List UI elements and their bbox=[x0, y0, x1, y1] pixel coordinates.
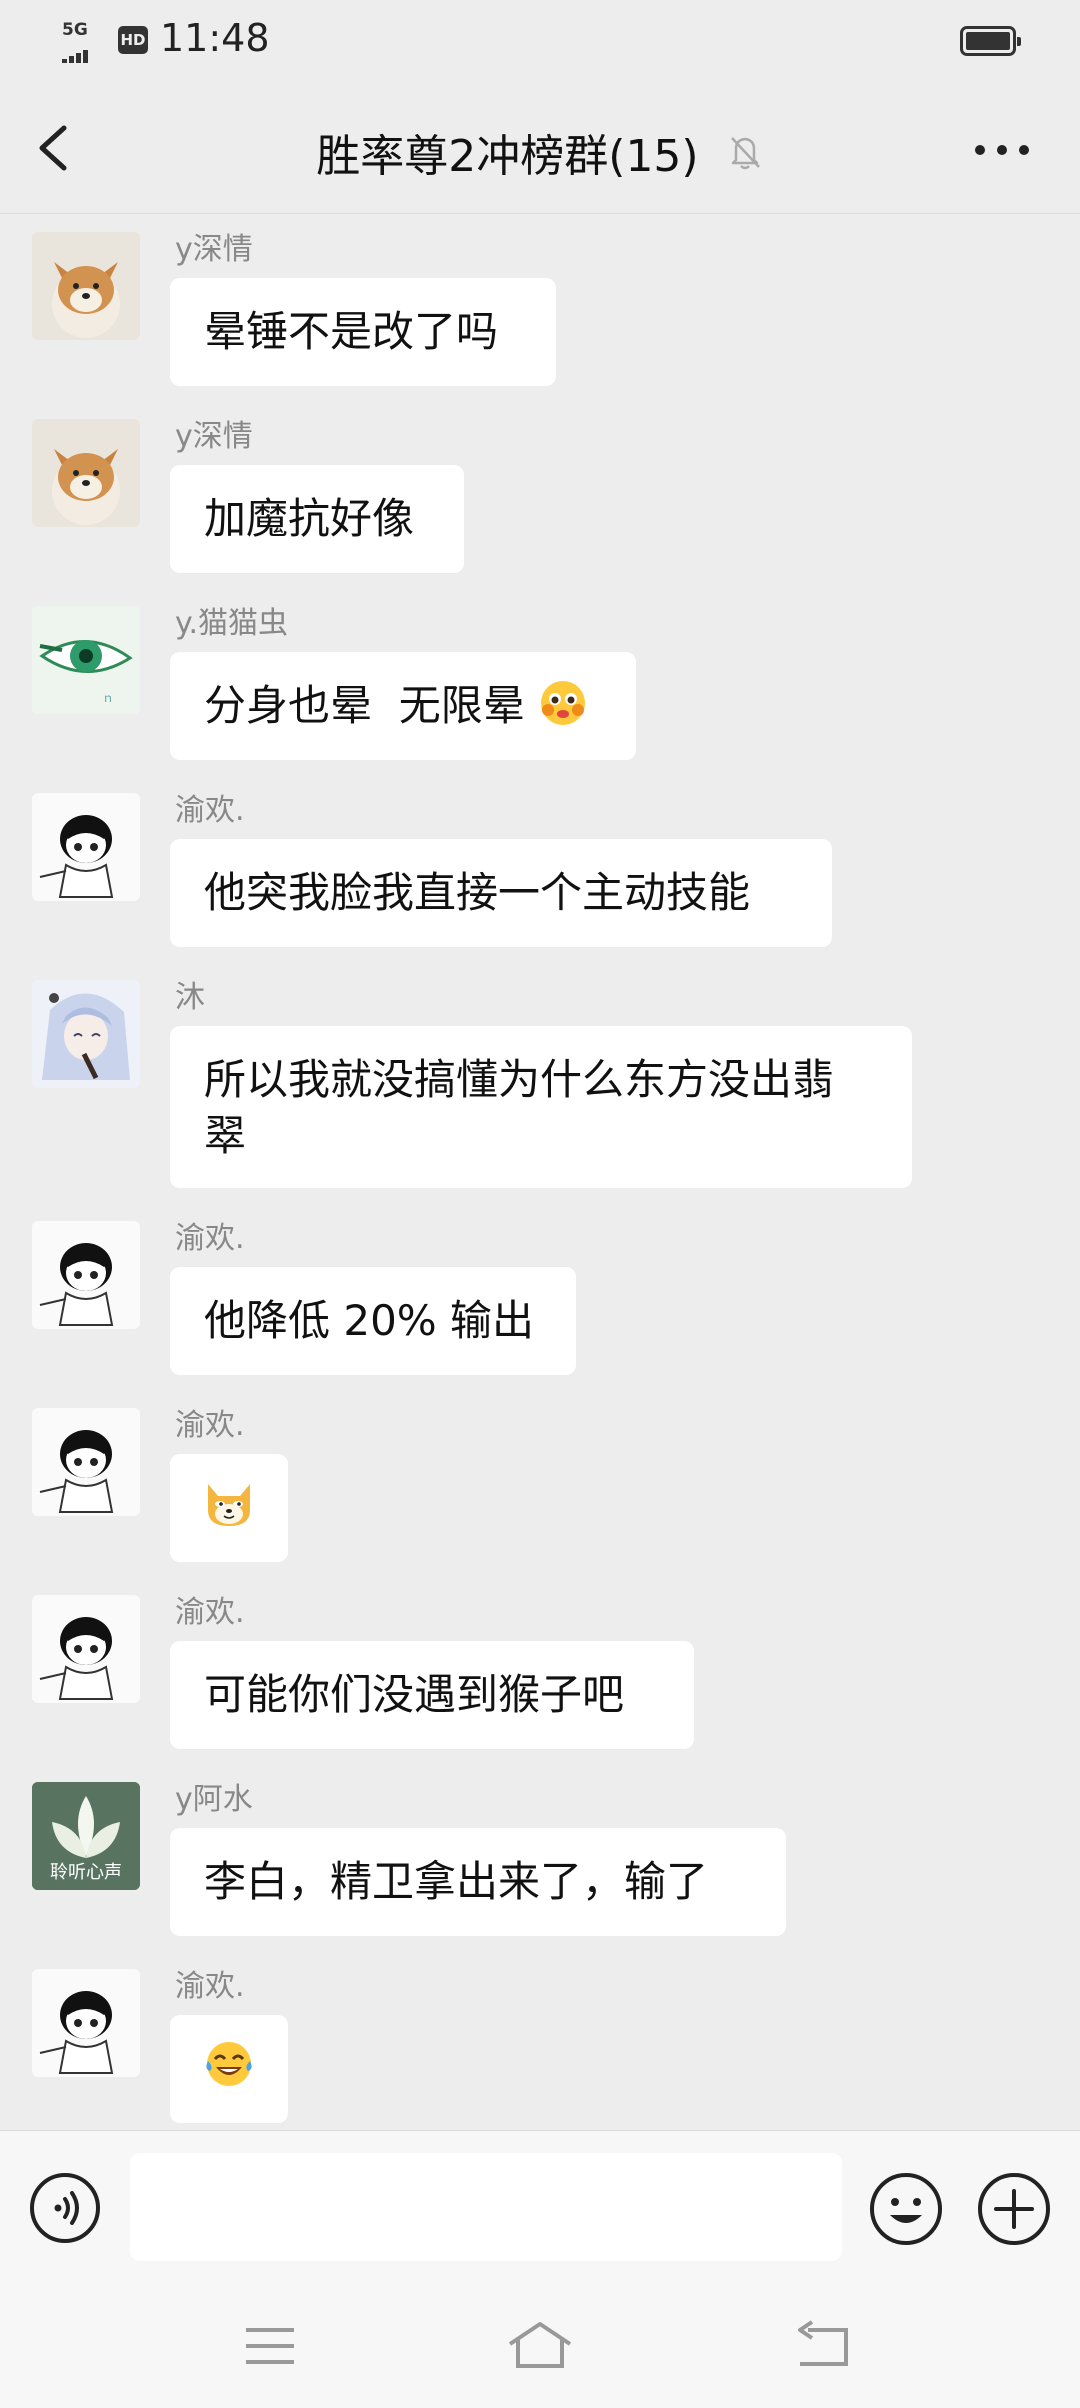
sender-name: y深情 bbox=[175, 232, 253, 267]
sender-name: 渝欢. bbox=[175, 1969, 245, 2004]
chat-title[interactable]: 胜率尊2冲榜群(15) bbox=[316, 131, 698, 182]
message-text: 晕锤不是改了吗 bbox=[204, 307, 499, 356]
chat-header: 胜率尊2冲榜群(15) bbox=[0, 80, 1080, 214]
network-type: 5G bbox=[62, 20, 88, 40]
message-text: 他突我脸我直接一个主动技能 bbox=[204, 868, 751, 917]
return-icon bbox=[798, 2320, 848, 2366]
battery-icon bbox=[960, 26, 1021, 56]
recent-apps-button[interactable] bbox=[238, 2318, 302, 2374]
message-bubble[interactable]: 加魔抗好像 bbox=[170, 465, 464, 573]
message-bubble[interactable] bbox=[170, 2015, 288, 2123]
pleading-face-emoji bbox=[541, 681, 586, 725]
sender-name: 渝欢. bbox=[175, 1408, 245, 1443]
message-bubble[interactable]: 可能你们没遇到猴子吧 bbox=[170, 1641, 694, 1749]
sender-name: 渝欢. bbox=[175, 1221, 245, 1256]
shiba-dog-avatar[interactable] bbox=[32, 232, 140, 340]
voice-icon bbox=[30, 2173, 100, 2243]
lotus-avatar[interactable]: 聆听心声 bbox=[32, 1782, 140, 1890]
anime-girl-avatar[interactable] bbox=[32, 980, 140, 1088]
menu-icon bbox=[246, 2328, 294, 2364]
message-bubble[interactable]: 所以我就没搞懂为什么东方没出翡 翠 bbox=[170, 1026, 912, 1188]
message-text: 所以我就没搞懂为什么东方没出翡 翠 bbox=[204, 1055, 835, 1160]
anime-boy-avatar[interactable] bbox=[32, 1595, 140, 1703]
anime-boy-avatar[interactable] bbox=[32, 1221, 140, 1329]
message-list[interactable]: y深情 晕锤不是改了吗 y深情 加魔抗好像 ｎ y.猫猫虫 分身也晕 无限晕 渝… bbox=[0, 214, 1080, 2130]
sender-name: y深情 bbox=[175, 419, 253, 454]
tears-of-joy-emoji bbox=[206, 2042, 252, 2086]
message-bubble[interactable] bbox=[170, 1454, 288, 1562]
message-input[interactable] bbox=[130, 2153, 842, 2261]
message-bubble[interactable]: 分身也晕 无限晕 bbox=[170, 652, 636, 760]
more-functions-button[interactable] bbox=[976, 2171, 1052, 2247]
green-eye-avatar[interactable]: ｎ bbox=[32, 606, 140, 714]
plus-icon bbox=[978, 2173, 1050, 2245]
svg-text:ｎ: ｎ bbox=[102, 691, 114, 705]
message-text: 加魔抗好像 bbox=[204, 494, 415, 543]
clock: 11:48 bbox=[160, 16, 270, 60]
sender-name: 沐 bbox=[175, 980, 205, 1015]
sender-name: 渝欢. bbox=[175, 1595, 245, 1630]
voice-input-button[interactable] bbox=[28, 2171, 102, 2245]
anime-boy-avatar[interactable] bbox=[32, 1969, 140, 2077]
more-options-button[interactable] bbox=[972, 138, 1032, 162]
smiley-icon bbox=[870, 2173, 942, 2245]
system-navigation-bar bbox=[0, 2286, 1080, 2408]
sender-name: y.猫猫虫 bbox=[175, 606, 289, 641]
message-text: 可能你们没遇到猴子吧 bbox=[204, 1670, 625, 1719]
signal-icon: 5G bbox=[62, 20, 104, 63]
hd-badge: HD bbox=[118, 26, 148, 54]
status-bar: 5G HD 11:48 bbox=[0, 0, 1080, 80]
anime-boy-avatar[interactable] bbox=[32, 793, 140, 901]
mute-bell-icon bbox=[730, 137, 760, 170]
home-button[interactable] bbox=[504, 2318, 576, 2374]
sender-name: y阿水 bbox=[175, 1782, 253, 1817]
anime-boy-avatar[interactable] bbox=[32, 1408, 140, 1516]
back-nav-button[interactable] bbox=[790, 2318, 854, 2374]
message-bubble[interactable]: 李白，精卫拿出来了，输了 bbox=[170, 1828, 786, 1936]
avatar-caption: 聆听心声 bbox=[50, 1862, 122, 1883]
shiba-dog-avatar[interactable] bbox=[32, 419, 140, 527]
message-bubble[interactable]: 他突我脸我直接一个主动技能 bbox=[170, 839, 832, 947]
emoji-button[interactable] bbox=[868, 2171, 944, 2247]
home-icon bbox=[508, 2322, 572, 2368]
input-bar bbox=[0, 2130, 1080, 2286]
more-dots-icon bbox=[975, 145, 1029, 155]
message-bubble[interactable]: 晕锤不是改了吗 bbox=[170, 278, 556, 386]
message-text: 李白，精卫拿出来了，输了 bbox=[204, 1857, 709, 1906]
doge-emoji bbox=[208, 1484, 250, 1526]
message-text: 分身也晕 无限晕 bbox=[204, 681, 525, 730]
message-bubble[interactable]: 他降低 20% 输出 bbox=[170, 1267, 576, 1375]
sender-name: 渝欢. bbox=[175, 793, 245, 828]
message-text: 他降低 20% 输出 bbox=[204, 1296, 535, 1345]
